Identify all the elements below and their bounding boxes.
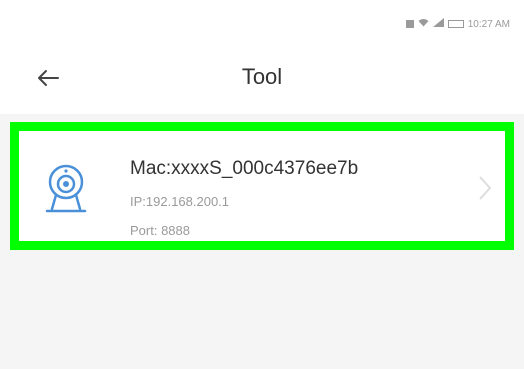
signal-icon <box>432 18 444 30</box>
status-icons: 10:27 AM <box>405 18 510 30</box>
tool-screen: 10:27 AM Tool Mac:xxxxS_000c4376ee7b IP:… <box>0 0 524 369</box>
camera-icon <box>45 164 87 213</box>
battery-icon <box>447 20 464 28</box>
device-ip: IP:192.168.200.1 <box>130 194 230 209</box>
device-list-item[interactable]: Mac:xxxxS_000c4376ee7b IP:192.168.200.1 … <box>10 122 514 250</box>
device-mac: Mac:xxxxS_000c4376ee7b <box>130 158 359 179</box>
status-bar: 10:27 AM <box>0 0 524 44</box>
wifi-icon <box>418 18 429 30</box>
chevron-right-icon <box>479 176 492 200</box>
app-bar: Tool <box>0 44 524 114</box>
device-port: Port: 8888 <box>130 223 190 238</box>
screenshot-icon <box>405 20 414 28</box>
status-time: 10:27 AM <box>467 18 510 30</box>
empty-content-area <box>0 258 524 369</box>
page-title: Tool <box>241 64 283 89</box>
